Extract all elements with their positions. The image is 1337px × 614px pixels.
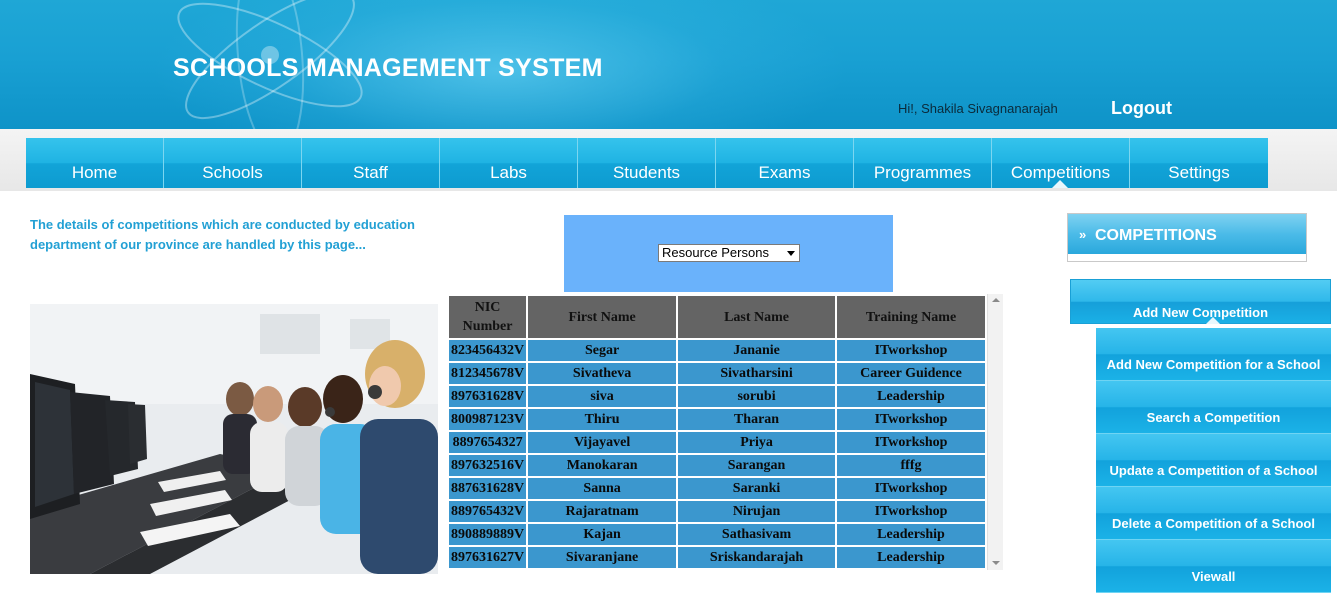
table-row[interactable]: 8897654327 Vijayavel Priya ITworkshop (449, 432, 985, 453)
nav-item-staff[interactable]: Staff (302, 138, 440, 188)
competitions-panel: » COMPETITIONS (1067, 213, 1307, 262)
cell-nic-number: 890889889V (449, 524, 527, 545)
cell-nic-number: 897631628V (449, 386, 527, 407)
column-header-first-name: First Name (528, 296, 677, 338)
nav-item-programmes[interactable]: Programmes (854, 138, 992, 188)
cell-nic-number: 897632516V (449, 455, 527, 476)
cell-training-name: ITworkshop (837, 340, 985, 361)
cell-training-name: fffg (837, 455, 985, 476)
logout-link[interactable]: Logout (1111, 98, 1172, 119)
table-row[interactable]: 823456432V Segar Jananie ITworkshop (449, 340, 985, 361)
cell-training-name: ITworkshop (837, 501, 985, 522)
app-title: SCHOOLS MANAGEMENT SYSTEM (173, 54, 603, 82)
cell-training-name: ITworkshop (837, 409, 985, 430)
table-row[interactable]: 889765432V Rajaratnam Nirujan ITworkshop (449, 501, 985, 522)
cell-training-name: Career Guidence (837, 363, 985, 384)
column-header-training-name: Training Name (837, 296, 985, 338)
scroll-up-arrow-icon[interactable] (992, 298, 1000, 302)
category-select-value: Resource Persons (662, 245, 769, 260)
nav-item-exams[interactable]: Exams (716, 138, 854, 188)
table-row[interactable]: 897632516V Manokaran Sarangan fffg (449, 455, 985, 476)
cell-last-name: Tharan (678, 409, 836, 430)
double-chevron-right-icon: » (1079, 227, 1087, 242)
cell-nic-number: 889765432V (449, 501, 527, 522)
submenu-delete-competition[interactable]: Delete a Competition of a School (1096, 487, 1331, 540)
cell-training-name: ITworkshop (837, 432, 985, 453)
nav-item-labs[interactable]: Labs (440, 138, 578, 188)
table-row[interactable]: 887631628V Sanna Saranki ITworkshop (449, 478, 985, 499)
cell-last-name: Saranki (678, 478, 836, 499)
main-nav: Home Schools Staff Labs Students Exams P… (26, 138, 1268, 188)
submenu-search-competition[interactable]: Search a Competition (1096, 381, 1331, 434)
table-row[interactable]: 890889889V Kajan Sathasivam Leadership (449, 524, 985, 545)
table-row[interactable]: 897631628V siva sorubi Leadership (449, 386, 985, 407)
cell-nic-number: 823456432V (449, 340, 527, 361)
column-header-last-name: Last Name (678, 296, 836, 338)
nav-item-home[interactable]: Home (26, 138, 164, 188)
cell-first-name: Kajan (528, 524, 677, 545)
cell-first-name: Segar (528, 340, 677, 361)
cell-last-name: Jananie (678, 340, 836, 361)
cell-first-name: Rajaratnam (528, 501, 677, 522)
table-row[interactable]: 897631627V Sivaranjane Sriskandarajah Leade… (449, 547, 985, 568)
cell-first-name: Sanna (528, 478, 677, 499)
dropdown-arrow-icon (787, 251, 795, 256)
submenu-viewall[interactable]: Viewall (1096, 540, 1331, 593)
competitions-panel-title: COMPETITIONS (1095, 227, 1217, 244)
cell-last-name: Nirujan (678, 501, 836, 522)
cell-nic-number: 8897654327 (449, 432, 527, 453)
cell-first-name: Thiru (528, 409, 677, 430)
active-notch (1206, 317, 1220, 324)
scroll-down-arrow-icon[interactable] (992, 561, 1000, 565)
cell-last-name: Priya (678, 432, 836, 453)
nav-item-competitions[interactable]: Competitions (992, 138, 1130, 188)
cell-last-name: Sarangan (678, 455, 836, 476)
competitions-submenu: Add New Competition for a School Search … (1096, 328, 1331, 593)
category-select[interactable]: Resource Persons (658, 244, 800, 262)
header-banner: SCHOOLS MANAGEMENT SYSTEM Hi!, Shakila S… (0, 0, 1337, 129)
page-description: The details of competitions which are co… (30, 217, 415, 252)
cell-first-name: Vijayavel (528, 432, 677, 453)
submenu-update-competition[interactable]: Update a Competition of a School (1096, 434, 1331, 487)
cell-training-name: ITworkshop (837, 478, 985, 499)
column-header-nic-number: NIC Number (449, 296, 527, 338)
cell-nic-number: 812345678V (449, 363, 527, 384)
resource-persons-table: NIC Number First Name Last Name Training… (447, 294, 987, 570)
cell-nic-number: 887631628V (449, 478, 527, 499)
cell-nic-number: 897631627V (449, 547, 527, 568)
add-new-competition-label: Add New Competition (1132, 305, 1269, 320)
students-lab-photo (30, 304, 438, 574)
cell-last-name: Sriskandarajah (678, 547, 836, 568)
table-scrollbar[interactable] (987, 294, 1003, 570)
cell-first-name: Sivatheva (528, 363, 677, 384)
cell-nic-number: 800987123V (449, 409, 527, 430)
cell-first-name: Manokaran (528, 455, 677, 476)
cell-training-name: Leadership (837, 547, 985, 568)
nav-item-settings[interactable]: Settings (1130, 138, 1268, 188)
user-greeting: Hi!, Shakila Sivagnanarajah (898, 101, 1058, 116)
nav-item-schools[interactable]: Schools (164, 138, 302, 188)
cell-last-name: Sathasivam (678, 524, 836, 545)
filter-panel: Resource Persons (564, 215, 893, 292)
cell-first-name: siva (528, 386, 677, 407)
cell-last-name: sorubi (678, 386, 836, 407)
table-row[interactable]: 812345678V Sivatheva Sivatharsini Career Gu… (449, 363, 985, 384)
cell-last-name: Sivatharsini (678, 363, 836, 384)
cell-first-name: Sivaranjane (528, 547, 677, 568)
add-new-competition-button[interactable]: Add New Competition (1070, 279, 1331, 324)
cell-training-name: Leadership (837, 524, 985, 545)
cell-training-name: Leadership (837, 386, 985, 407)
table-header-row: NIC Number First Name Last Name Training… (449, 296, 985, 338)
table-row[interactable]: 800987123V Thiru Tharan ITworkshop (449, 409, 985, 430)
nav-item-students[interactable]: Students (578, 138, 716, 188)
competitions-panel-heading: » COMPETITIONS (1068, 214, 1306, 254)
submenu-add-competition-for-school[interactable]: Add New Competition for a School (1096, 328, 1331, 381)
